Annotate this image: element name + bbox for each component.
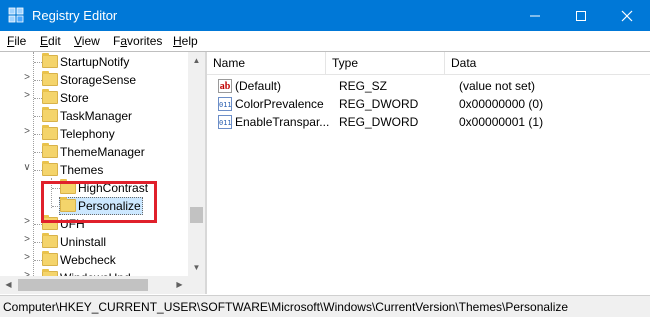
tree-item-themes[interactable]: ∨ Themes	[0, 161, 188, 179]
expand-icon[interactable]: >	[22, 126, 32, 137]
folder-icon	[42, 251, 58, 266]
folder-icon	[42, 233, 58, 248]
tree-item-label: Webcheck	[60, 253, 116, 267]
tree-vertical-scrollbar[interactable]: ▲ ▼	[188, 52, 205, 276]
scroll-right-arrow-icon[interactable]: ▶	[171, 276, 188, 294]
value-type: REG_SZ	[339, 79, 388, 93]
tree-item-label: TaskManager	[60, 109, 133, 123]
folder-icon	[42, 125, 58, 140]
tree-item-label: Store	[60, 91, 89, 105]
tree-item-label: Themes	[60, 163, 104, 177]
menu-help-label: elp	[181, 34, 198, 48]
scroll-thumb[interactable]	[18, 279, 148, 291]
expand-icon[interactable]: >	[22, 72, 32, 83]
values-list-pane[interactable]: Name Type Data ab (Default) REG_SZ (valu…	[207, 52, 650, 294]
expand-icon[interactable]: >	[22, 234, 32, 245]
tree-line	[34, 134, 42, 135]
value-name: (Default)	[235, 79, 282, 93]
menu-help[interactable]: Help	[173, 34, 198, 48]
menu-favorites-label: vorites	[127, 34, 163, 48]
dword-value-icon: 011	[218, 115, 232, 129]
folder-icon	[42, 53, 58, 68]
tree-line	[34, 224, 42, 225]
tree-line	[34, 170, 42, 171]
key-path: Computer\HKEY_CURRENT_USER\SOFTWARE\Micr…	[3, 300, 569, 314]
folder-icon	[42, 107, 58, 122]
menu-bar: File Edit View Favorites Help	[0, 31, 650, 51]
expand-icon[interactable]: >	[22, 252, 32, 263]
expand-icon[interactable]: >	[22, 90, 32, 101]
menu-favorites[interactable]: Favorites	[113, 34, 162, 48]
tree-item-taskmanager[interactable]: TaskManager	[0, 107, 188, 125]
scroll-up-arrow-icon[interactable]: ▲	[188, 52, 205, 69]
tree-item-label: ThemeManager	[60, 145, 145, 159]
tree-line	[34, 260, 42, 261]
menu-view[interactable]: View	[74, 34, 100, 48]
tree-item-webcheck[interactable]: > Webcheck	[0, 251, 188, 269]
dword-value-icon: 011	[218, 97, 232, 111]
tree-item-label: StorageSense	[60, 73, 137, 87]
menu-view-label: iew	[81, 34, 100, 48]
tree-line	[34, 152, 42, 153]
tree-item-storagesense[interactable]: > StorageSense	[0, 71, 188, 89]
tree-horizontal-scrollbar[interactable]: ◀ ▶	[0, 276, 188, 294]
menu-edit-mnemonic: E	[40, 34, 49, 48]
folder-icon	[42, 71, 58, 86]
tree-item-label: StartupNotify	[60, 55, 130, 69]
tree-item-uninstall[interactable]: > Uninstall	[0, 233, 188, 251]
value-data: (value not set)	[459, 79, 536, 93]
tree-line	[34, 116, 42, 117]
scroll-thumb[interactable]	[190, 207, 203, 223]
title-bar: Registry Editor	[0, 0, 650, 31]
menu-edit[interactable]: Edit	[40, 34, 61, 48]
menu-help-mnemonic: H	[173, 34, 182, 48]
menu-view-mnemonic: V	[74, 34, 82, 48]
annotation-highlight-box	[41, 181, 157, 223]
close-button[interactable]	[604, 0, 650, 31]
minimize-button[interactable]	[512, 0, 558, 31]
tree-item-startupnotify[interactable]: StartupNotify	[0, 53, 188, 71]
registry-editor-app-icon	[8, 7, 24, 23]
header-divider	[207, 74, 650, 75]
string-value-icon: ab	[218, 79, 232, 93]
menu-file[interactable]: File	[7, 34, 26, 48]
menu-file-label: ile	[14, 34, 27, 48]
value-type: REG_DWORD	[339, 97, 419, 111]
tree-item-thememanager[interactable]: ThemeManager	[0, 143, 188, 161]
column-header-data[interactable]: Data	[445, 52, 650, 74]
column-header-name[interactable]: Name	[207, 52, 326, 74]
tree-item-label: Telephony	[60, 127, 115, 141]
expand-icon[interactable]: >	[22, 216, 32, 227]
folder-icon	[42, 89, 58, 104]
value-data: 0x00000001 (1)	[459, 115, 544, 129]
scroll-left-arrow-icon[interactable]: ◀	[0, 276, 17, 294]
value-type: REG_DWORD	[339, 115, 419, 129]
folder-icon	[42, 161, 58, 176]
maximize-button[interactable]	[558, 0, 604, 31]
tree-item-store[interactable]: > Store	[0, 89, 188, 107]
close-icon	[621, 10, 633, 22]
tree-item-telephony[interactable]: > Telephony	[0, 125, 188, 143]
value-name: EnableTranspar...	[235, 115, 330, 129]
folder-icon	[42, 143, 58, 158]
column-header-type[interactable]: Type	[326, 52, 445, 74]
value-name: ColorPrevalence	[235, 97, 324, 111]
tree-line	[34, 62, 42, 63]
tree-line	[34, 80, 42, 81]
minimize-icon	[530, 15, 540, 17]
scrollbar-corner	[188, 276, 205, 294]
tree-item-label: Uninstall	[60, 235, 107, 249]
status-bar: Computer\HKEY_CURRENT_USER\SOFTWARE\Micr…	[0, 295, 650, 317]
collapse-icon[interactable]: ∨	[22, 162, 32, 173]
key-tree-pane[interactable]: StartupNotify > StorageSense > Store Tas…	[0, 52, 207, 294]
window-title: Registry Editor	[32, 8, 118, 23]
value-data: 0x00000000 (0)	[459, 97, 544, 111]
scroll-down-arrow-icon[interactable]: ▼	[188, 259, 205, 276]
maximize-icon	[576, 10, 586, 21]
tree-line	[34, 98, 42, 99]
tree-line	[34, 242, 42, 243]
menu-edit-label: dit	[48, 34, 61, 48]
